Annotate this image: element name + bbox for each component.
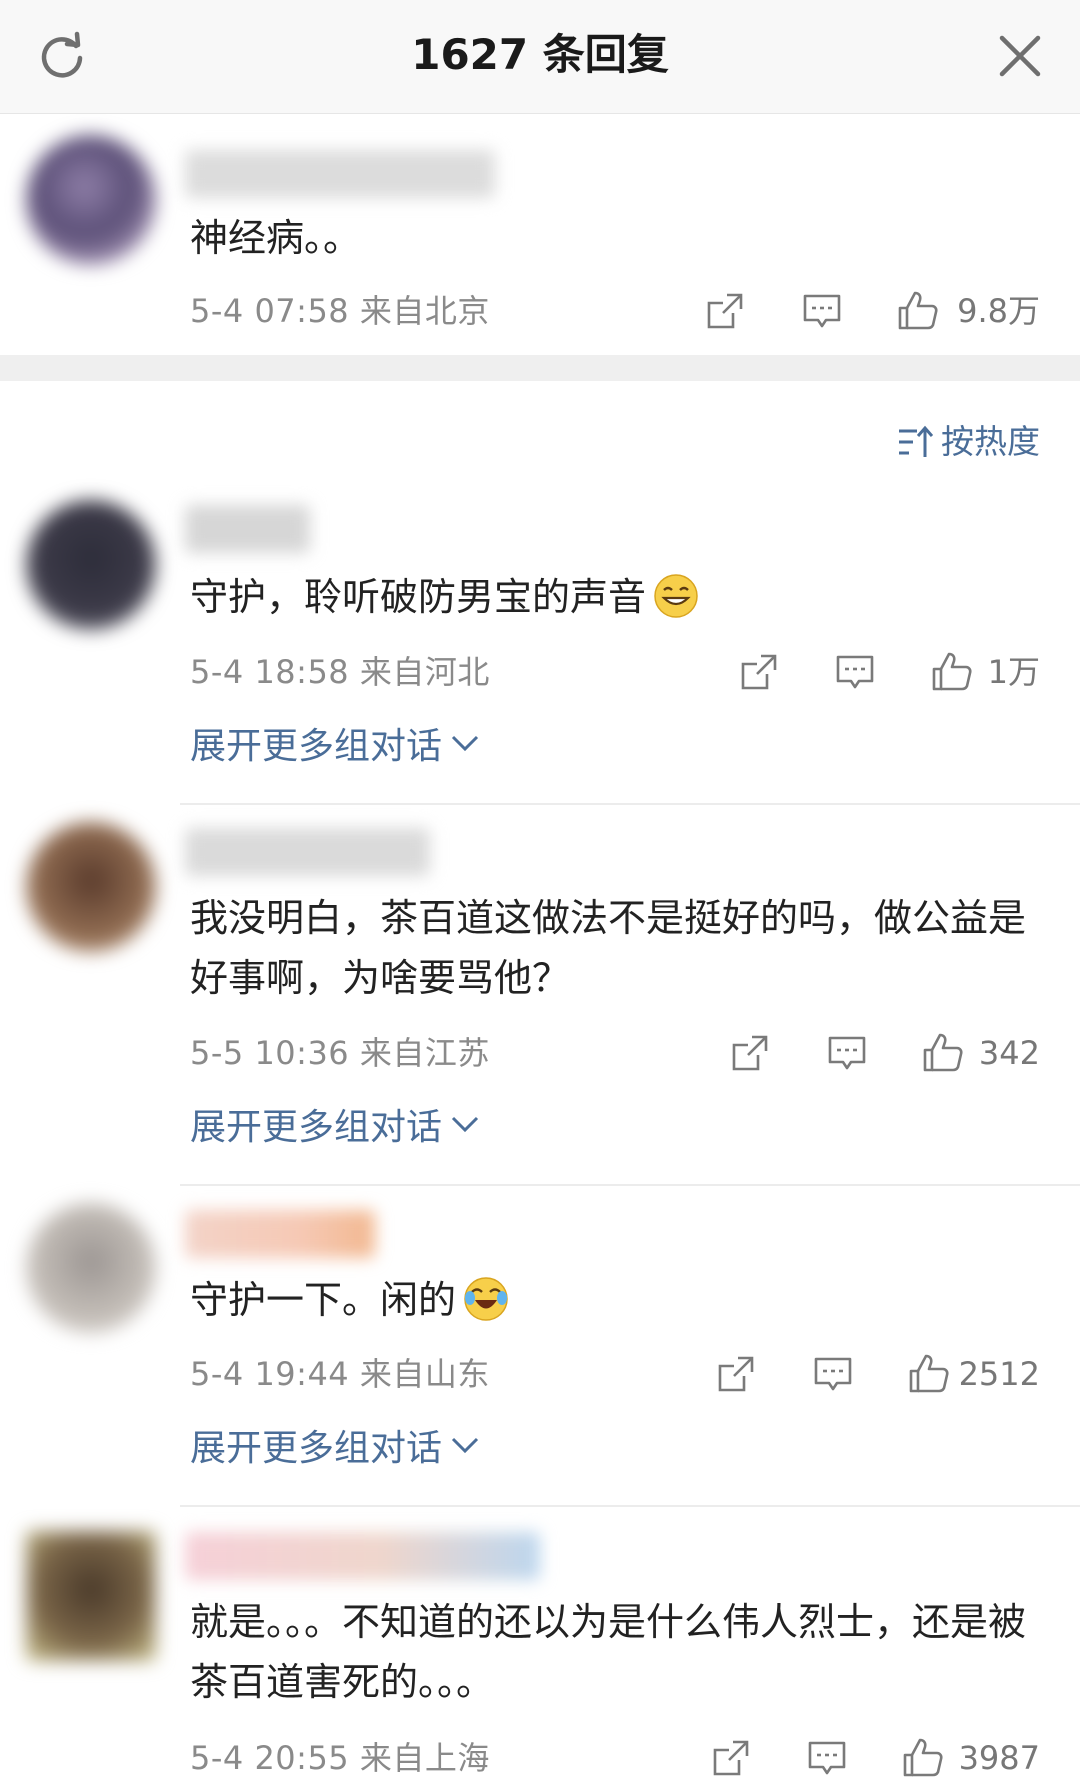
sort-label: 按热度 [941, 422, 1040, 461]
comment-time: 5-5 10:36 [190, 1034, 350, 1072]
share-icon[interactable] [709, 1736, 753, 1780]
comment-timestamp: 5-4 07:58 来自北京 [190, 291, 490, 331]
grinning-face-emoji [654, 574, 698, 618]
share-icon[interactable] [703, 289, 747, 333]
comment-location: 来自山东 [359, 1355, 490, 1393]
sort-icon [899, 425, 934, 457]
comment-text: 神经病。。 [190, 216, 362, 260]
crying-laughing-emoji [464, 1277, 508, 1321]
comment-location: 来自江苏 [359, 1034, 490, 1072]
sort-toggle[interactable]: 按热度 [897, 418, 1040, 466]
share-icon[interactable] [728, 1031, 772, 1075]
comment-icon[interactable] [825, 1031, 869, 1075]
comment-timestamp: 5-5 10:36 来自江苏 [190, 1033, 490, 1073]
expand-more-replies[interactable]: 展开更多组对话 [190, 722, 480, 772]
comment-text: 就是。。。不知道的还以为是什么伟人烈士，还是被茶百道害死的。。。 [190, 1600, 1027, 1704]
like-count[interactable]: 9.8万 [957, 291, 1040, 331]
thumbs-up-icon[interactable] [901, 1736, 945, 1780]
username-blurred[interactable] [185, 828, 430, 876]
comment-meta: 5-5 10:36 来自江苏 342 [190, 1027, 1040, 1079]
comment-icon[interactable] [811, 1352, 855, 1396]
comment-text: 守护一下。闲的 [190, 1270, 1040, 1330]
comment-text: 我没明白，茶百道这做法不是挺好的吗，做公益是好事啊，为啥要骂他？ [190, 896, 1027, 1000]
avatar[interactable] [26, 135, 156, 265]
comment-time: 5-4 18:58 [190, 653, 350, 691]
section-divider [0, 355, 1080, 381]
row-divider [180, 1505, 1080, 1507]
comment-icon[interactable] [800, 289, 844, 333]
comment-meta: 5-4 18:58 来自河北 1万 [190, 646, 1040, 698]
comment-location: 来自北京 [359, 292, 490, 330]
expand-label: 展开更多组对话 [190, 1107, 443, 1148]
username-blurred[interactable] [185, 505, 310, 553]
comment-location: 来自上海 [359, 1739, 490, 1777]
like-count[interactable]: 2512 [959, 1354, 1040, 1394]
thumbs-up-icon[interactable] [896, 289, 940, 333]
expand-label: 展开更多组对话 [190, 1428, 443, 1469]
avatar[interactable] [26, 1531, 156, 1661]
comment-icon[interactable] [833, 650, 877, 694]
comment-timestamp: 5-4 20:55 来自上海 [190, 1738, 490, 1778]
like-count[interactable]: 1万 [988, 652, 1040, 692]
comment-meta: 5-4 07:58 来自北京 9.8万 [190, 285, 1040, 337]
comment-text: 守护，聆听破防男宝的声音 [190, 567, 1040, 627]
thumbs-up-icon[interactable] [921, 1031, 965, 1075]
comment-time: 5-4 19:44 [190, 1355, 350, 1393]
share-icon[interactable] [714, 1352, 758, 1396]
chevron-down-icon [450, 732, 480, 754]
username-blurred[interactable] [185, 1210, 375, 1258]
thumbs-up-icon[interactable] [907, 1352, 951, 1396]
avatar[interactable] [26, 822, 156, 952]
chevron-down-icon [450, 1113, 480, 1135]
avatar[interactable] [26, 1203, 156, 1333]
like-count[interactable]: 342 [979, 1033, 1040, 1073]
avatar[interactable] [26, 500, 156, 630]
expand-more-replies[interactable]: 展开更多组对话 [190, 1424, 480, 1474]
username-blurred[interactable] [185, 150, 495, 198]
comment-timestamp: 5-4 18:58 来自河北 [190, 652, 490, 692]
comment-text-content: 守护，聆听破防男宝的声音 [190, 575, 647, 619]
row-divider [180, 1184, 1080, 1186]
row-divider [180, 803, 1080, 805]
share-icon[interactable] [737, 650, 781, 694]
root-comment: 神经病。。 5-4 07:58 来自北京 9.8万 [0, 0, 1080, 355]
expand-label: 展开更多组对话 [190, 726, 443, 767]
comment-text-content: 守护一下。闲的 [190, 1278, 457, 1322]
comment-time: 5-4 20:55 [190, 1739, 350, 1777]
username-blurred[interactable] [185, 1532, 540, 1580]
like-count[interactable]: 3987 [959, 1738, 1040, 1778]
comment-icon[interactable] [805, 1736, 849, 1780]
expand-more-replies[interactable]: 展开更多组对话 [190, 1103, 480, 1153]
comment-location: 来自河北 [359, 653, 490, 691]
comment-time: 5-4 07:58 [190, 292, 350, 330]
comment-timestamp: 5-4 19:44 来自山东 [190, 1354, 490, 1394]
thumbs-up-icon[interactable] [930, 650, 974, 694]
chevron-down-icon [450, 1434, 480, 1456]
comment-meta: 5-4 20:55 来自上海 3987 [190, 1732, 1040, 1784]
comment-meta: 5-4 19:44 来自山东 2512 [190, 1348, 1040, 1400]
